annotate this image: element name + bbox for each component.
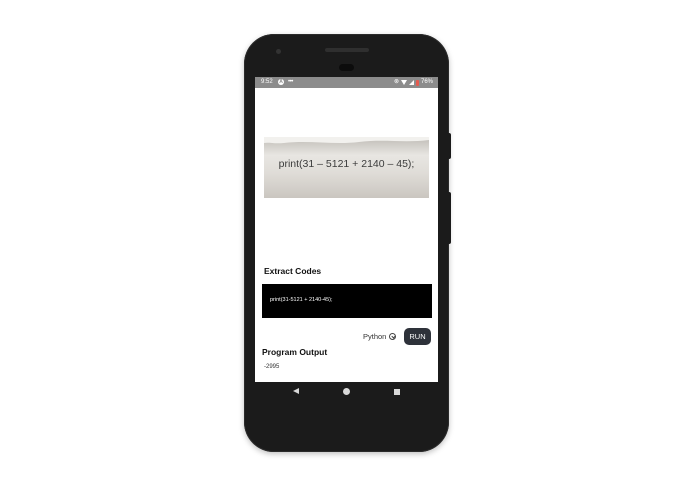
- paper-tear-edge: [264, 137, 429, 144]
- signal-icon: [408, 80, 414, 85]
- front-camera: [276, 49, 281, 54]
- status-icons: ⊗ 76%: [394, 77, 433, 88]
- earpiece-speaker: [325, 48, 369, 52]
- run-button[interactable]: RUN: [404, 328, 431, 345]
- extract-codes-title: Extract Codes: [264, 266, 322, 276]
- power-button: [447, 133, 451, 159]
- back-icon[interactable]: [293, 388, 299, 394]
- battery-percent: 76%: [420, 79, 433, 85]
- extracted-code-text: print(31-5121 + 2140-45);: [270, 297, 333, 303]
- stage: 9:52 A ••• ⊗ 76% print(31 – 5121 + 2140 …: [0, 0, 695, 494]
- battery-icon: [415, 79, 419, 86]
- recent-apps-icon[interactable]: [394, 389, 400, 395]
- status-time: 9:52: [261, 79, 273, 85]
- status-bar: 9:52 A ••• ⊗ 76%: [255, 77, 438, 88]
- no-signal-icon: ⊗: [393, 79, 399, 85]
- volume-button: [447, 192, 451, 244]
- phone-screen: 9:52 A ••• ⊗ 76% print(31 – 5121 + 2140 …: [255, 77, 438, 382]
- extracted-code-editor[interactable]: print(31-5121 + 2140-45);: [262, 284, 432, 318]
- program-output-title: Program Output: [262, 347, 328, 357]
- more-notifications-icon: •••: [288, 79, 293, 85]
- wifi-icon: [400, 80, 407, 85]
- captured-code-text: print(31 – 5121 + 2140 – 45);: [278, 158, 415, 170]
- proximity-sensor: [339, 64, 354, 71]
- app-notification-icon: A: [278, 79, 284, 85]
- language-label: Python: [363, 332, 387, 341]
- language-select[interactable]: Python: [363, 332, 397, 341]
- program-output-value: -2995: [264, 364, 280, 370]
- home-icon[interactable]: [343, 388, 350, 395]
- captured-code-image: print(31 – 5121 + 2140 – 45);: [264, 137, 429, 198]
- chevron-down-icon: [389, 333, 397, 340]
